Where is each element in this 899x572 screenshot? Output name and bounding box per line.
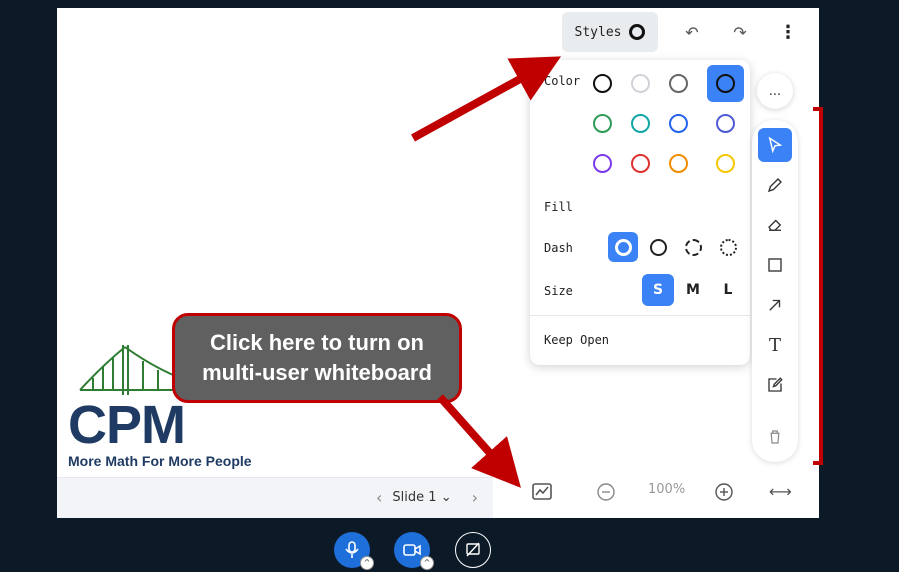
color-ring-icon xyxy=(593,74,612,93)
redo-icon[interactable]: ↷ xyxy=(716,23,764,42)
styles-panel: Color Fill Dash Size S M L Keep Open xyxy=(530,60,750,365)
whiteboard-top-toolbar: Styles ↶ ↷ ⋮ xyxy=(558,10,814,54)
color-label: Color xyxy=(544,74,581,88)
styles-button[interactable]: Styles xyxy=(562,12,658,52)
size-label: Size xyxy=(544,284,573,298)
pencil-icon[interactable] xyxy=(758,168,792,202)
undo-icon[interactable]: ↶ xyxy=(668,23,716,42)
color-swatch[interactable] xyxy=(622,65,659,102)
text-icon[interactable]: T xyxy=(758,328,792,362)
size-small-option[interactable]: S xyxy=(642,274,674,306)
color-swatch[interactable] xyxy=(584,65,621,102)
trash-icon[interactable] xyxy=(758,420,792,454)
color-ring-icon xyxy=(669,74,688,93)
size-medium-option[interactable]: M xyxy=(677,274,709,306)
size-large-option[interactable]: L xyxy=(712,274,744,306)
logo-wordmark: CPM xyxy=(68,395,186,455)
chevron-down-icon: ⌄ xyxy=(440,489,452,505)
select-icon[interactable] xyxy=(758,128,792,162)
color-swatch[interactable] xyxy=(707,105,744,142)
color-swatch[interactable] xyxy=(660,105,697,142)
callout-line-1: Click here to turn on xyxy=(210,330,424,355)
color-ring-icon xyxy=(631,154,650,173)
fill-label: Fill xyxy=(544,200,573,214)
zoom-out-icon[interactable] xyxy=(596,482,616,502)
eraser-icon[interactable] xyxy=(758,208,792,242)
dash-dashed-option[interactable] xyxy=(678,232,708,262)
camera-button[interactable]: ^ xyxy=(394,532,434,570)
dash-label: Dash xyxy=(544,241,573,255)
dash-solid-option[interactable] xyxy=(608,232,638,262)
logo-tagline: More Math For More People xyxy=(68,453,252,469)
color-ring-icon xyxy=(716,114,735,133)
color-ring-icon xyxy=(593,114,612,133)
color-swatch[interactable] xyxy=(622,145,659,182)
dash-dotted-option[interactable] xyxy=(713,232,743,262)
next-slide-icon[interactable]: › xyxy=(472,488,478,507)
screen-share-button[interactable] xyxy=(455,532,491,568)
slide-selector[interactable]: Slide 1 ⌄ xyxy=(392,490,451,505)
note-icon[interactable] xyxy=(758,368,792,402)
dash-draw-option[interactable] xyxy=(643,232,673,262)
panel-divider xyxy=(530,315,750,316)
color-ring-icon xyxy=(716,74,735,93)
slide-navigator: ‹ Slide 1 ⌄ › xyxy=(376,483,478,511)
color-ring-icon xyxy=(669,114,688,133)
tool-rail: T xyxy=(752,120,798,462)
annotation-callout: Click here to turn on multi-user whitebo… xyxy=(172,313,462,403)
microphone-button[interactable]: ^ xyxy=(334,532,374,570)
zoom-in-icon[interactable] xyxy=(714,482,734,502)
zoom-level: 100% xyxy=(648,482,686,497)
color-swatch[interactable] xyxy=(584,105,621,142)
color-swatch[interactable] xyxy=(622,105,659,142)
color-swatch[interactable] xyxy=(660,145,697,182)
color-swatch[interactable] xyxy=(707,145,744,182)
fit-width-icon[interactable]: ⟷ xyxy=(769,482,792,501)
color-ring-icon xyxy=(631,114,650,133)
color-swatch[interactable] xyxy=(660,65,697,102)
rectangle-icon[interactable] xyxy=(758,248,792,282)
chevron-up-icon[interactable]: ^ xyxy=(360,556,374,570)
multi-user-whiteboard-icon[interactable] xyxy=(531,482,553,502)
more-vertical-icon[interactable]: ⋮ xyxy=(764,22,812,43)
color-swatch[interactable] xyxy=(584,145,621,182)
styles-label: Styles xyxy=(574,24,622,40)
slide-label: Slide 1 xyxy=(392,489,437,505)
more-tools-button[interactable]: ... xyxy=(757,73,793,109)
arrow-icon[interactable] xyxy=(758,288,792,322)
color-ring-icon xyxy=(716,154,735,173)
keep-open-toggle[interactable]: Keep Open xyxy=(544,333,609,347)
color-ring-icon xyxy=(669,154,688,173)
tool-rail-highlight-bracket xyxy=(813,107,823,465)
current-color-icon xyxy=(629,24,646,40)
color-swatch[interactable] xyxy=(707,65,744,102)
color-ring-icon xyxy=(631,74,650,93)
callout-line-2: multi-user whiteboard xyxy=(202,360,432,385)
previous-slide-icon[interactable]: ‹ xyxy=(376,488,382,507)
chevron-up-icon[interactable]: ^ xyxy=(420,556,434,570)
color-ring-icon xyxy=(593,154,612,173)
